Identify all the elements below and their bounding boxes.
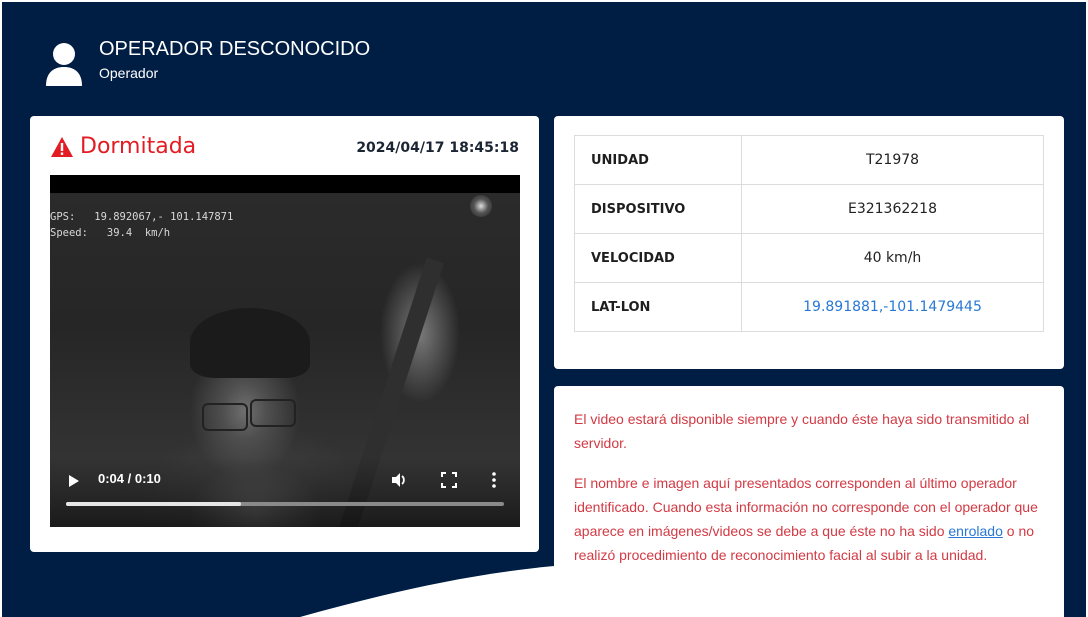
info-label: VELOCIDAD (574, 233, 742, 283)
event-label: Dormitada (80, 134, 197, 159)
video-progress-bar[interactable] (66, 502, 504, 506)
video-time: 0:04 / 0:10 (98, 471, 161, 486)
driver-glasses-right (250, 399, 296, 427)
video-progress-fill (66, 502, 242, 506)
driver-glasses-left (202, 403, 248, 431)
info-row-lat-lon: LAT-LON 19.891881,-101.1479445 (574, 282, 1044, 332)
info-row-unidad: UNIDAD T21978 (574, 135, 1044, 185)
info-row-velocidad: VELOCIDAD 40 km/h (574, 233, 1044, 283)
operator-name: OPERADOR DESCONOCIDO (99, 38, 371, 60)
info-value: 40 km/h (741, 233, 1044, 283)
play-icon[interactable] (68, 474, 80, 488)
video-player[interactable]: GPS: 19.892067,- 101.147871 Speed: 39.4 … (50, 175, 520, 527)
lat-lon-link[interactable]: 19.891881,-101.1479445 (741, 282, 1044, 332)
video-speed-overlay: Speed: 39.4 km/h (50, 227, 171, 239)
driver-head (190, 308, 310, 378)
video-gps-overlay: GPS: 19.892067,- 101.147871 (50, 211, 234, 223)
notice-video-availability: El video estará disponible siempre y cua… (574, 411, 1030, 451)
event-timestamp: 2024/04/17 18:45:18 (356, 140, 519, 156)
more-vertical-icon[interactable] (491, 471, 497, 489)
notice-operator-identification: El nombre e imagen aquí presentados corr… (574, 471, 1054, 567)
event-card: Dormitada 2024/04/17 18:45:18 GPS: 19.89… (30, 116, 539, 552)
event-title: Dormitada (50, 134, 196, 159)
info-value: E321362218 (741, 184, 1044, 234)
cabin-light (470, 195, 492, 217)
user-icon (46, 43, 82, 86)
volume-icon[interactable] (390, 471, 408, 489)
video-controls (50, 457, 520, 527)
info-label: UNIDAD (574, 135, 742, 185)
info-value: T21978 (741, 135, 1044, 185)
info-label: LAT-LON (574, 282, 742, 332)
unit-info-card: UNIDAD T21978 DISPOSITIVO E321362218 VEL… (554, 116, 1064, 369)
unit-info-table: UNIDAD T21978 DISPOSITIVO E321362218 VEL… (574, 135, 1044, 332)
info-label: DISPOSITIVO (574, 184, 742, 234)
enrolado-link[interactable]: enrolado (948, 523, 1003, 539)
warning-icon (51, 136, 73, 157)
notice-card: El video estará disponible siempre y cua… (554, 386, 1064, 617)
operator-role: Operador (99, 65, 159, 81)
fullscreen-icon[interactable] (441, 472, 457, 488)
page: OPERADOR DESCONOCIDO Operador Dormitada … (0, 0, 1088, 617)
info-row-dispositivo: DISPOSITIVO E321362218 (574, 184, 1044, 234)
